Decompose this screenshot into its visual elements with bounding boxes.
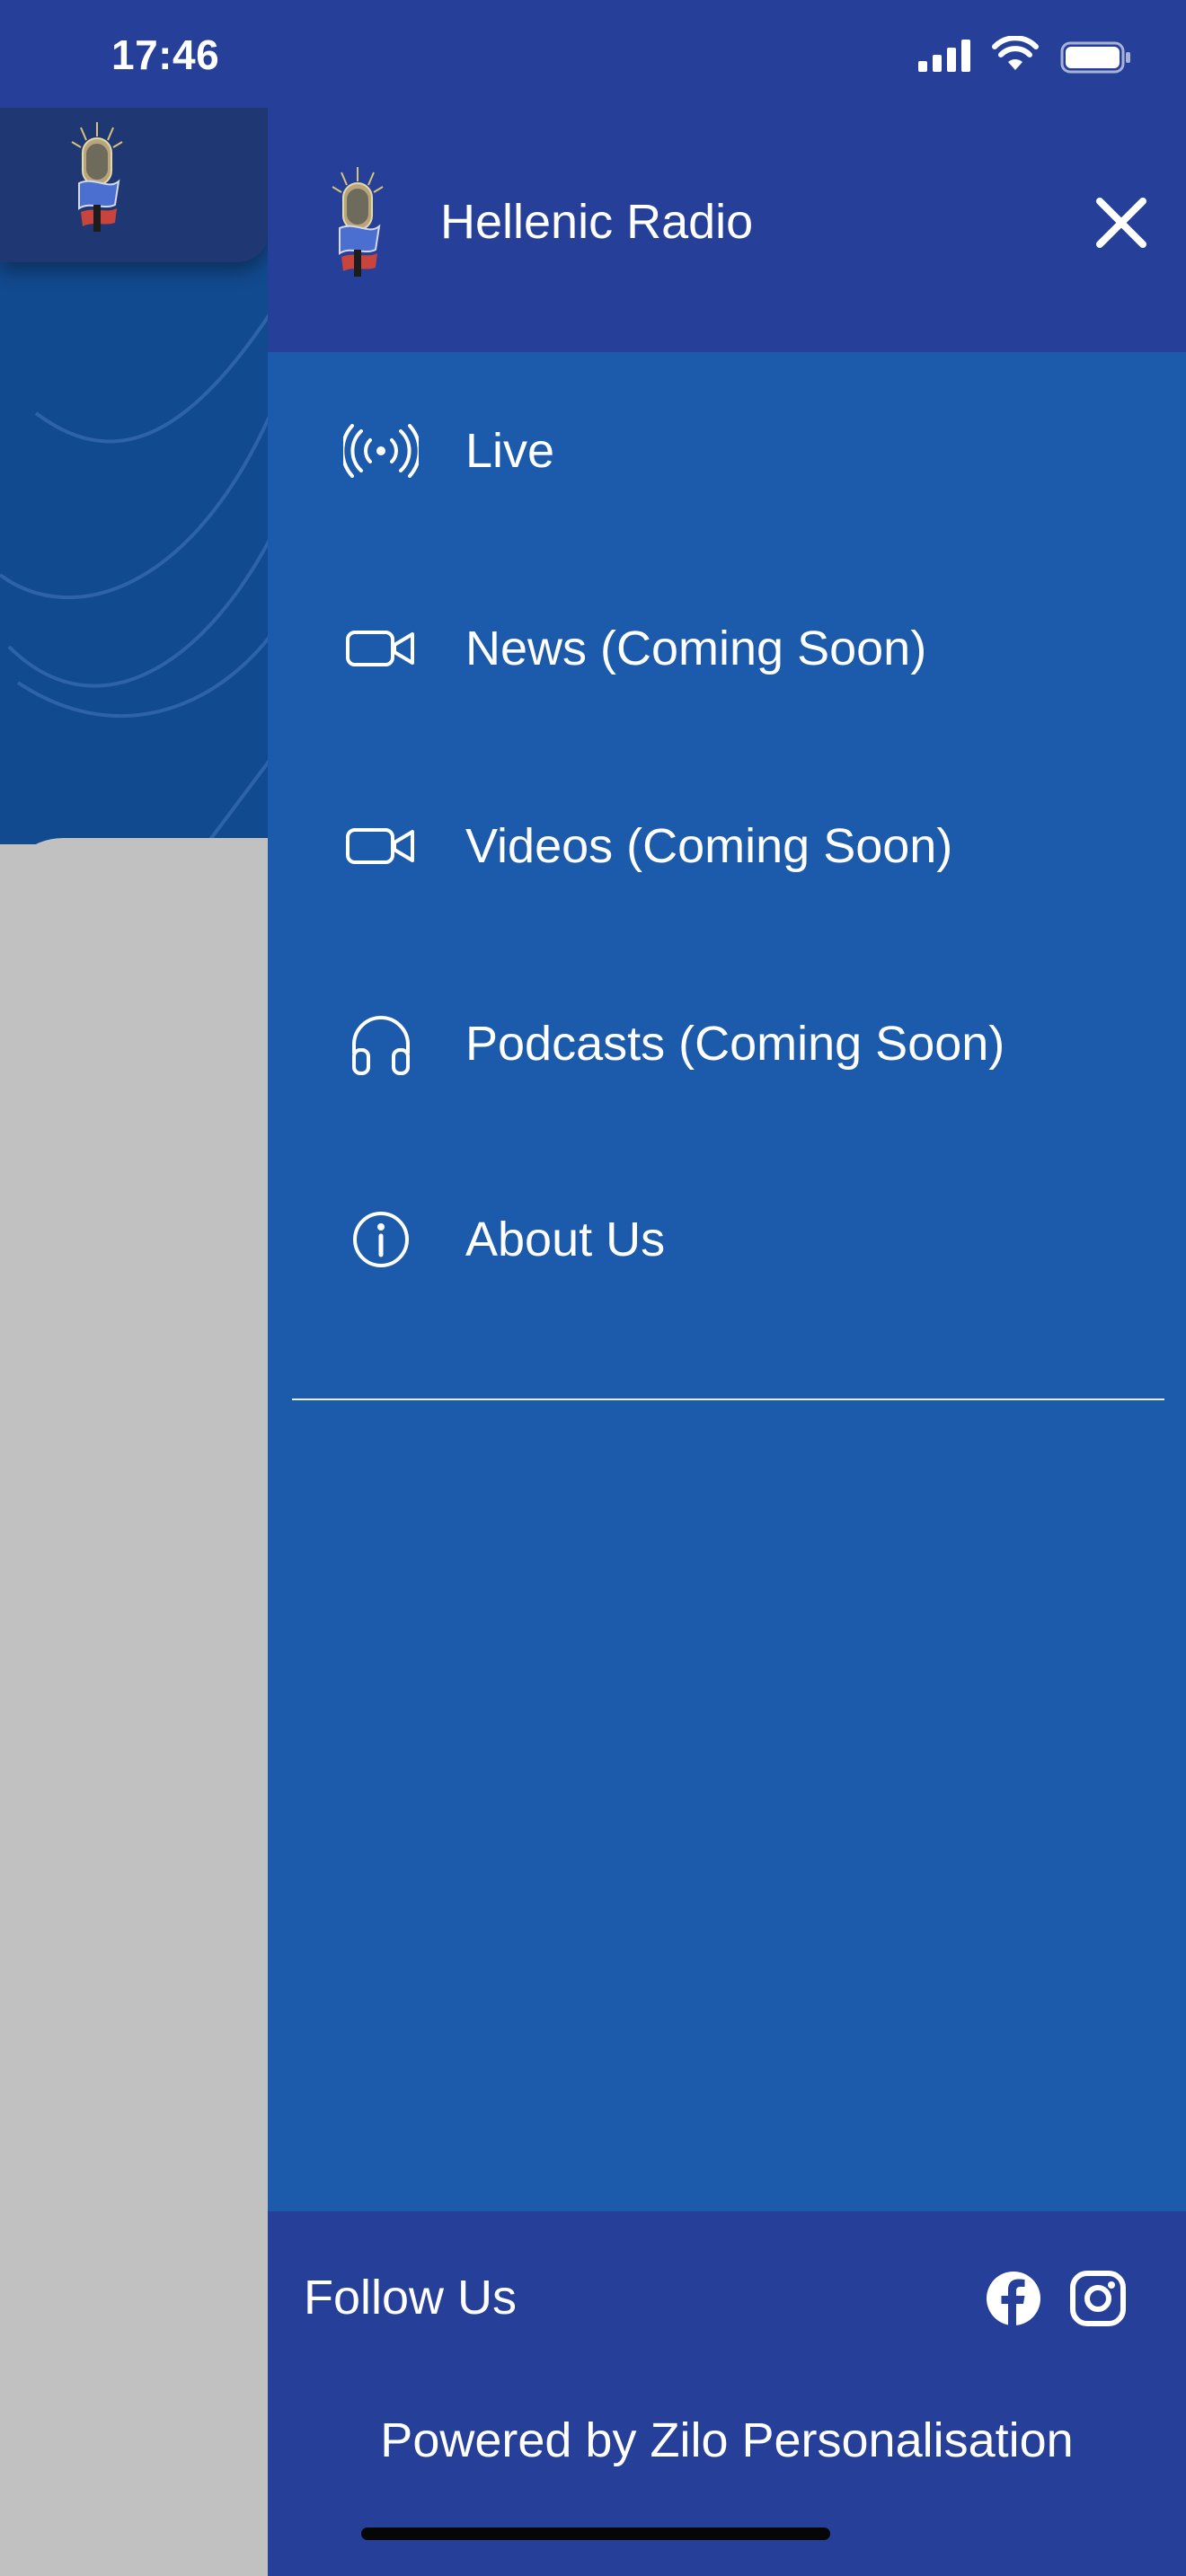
menu-item-about-us[interactable]: About Us	[268, 1150, 1186, 1329]
drawer-title: Hellenic Radio	[440, 195, 754, 249]
info-icon	[343, 1202, 419, 1277]
home-indicator[interactable]	[361, 2527, 830, 2540]
menu-item-label: Live	[465, 424, 555, 478]
powered-by-label: Powered by Zilo Personalisation	[380, 2413, 1074, 2467]
close-button[interactable]	[1084, 185, 1159, 260]
instagram-icon[interactable]	[1069, 2270, 1127, 2327]
background-content-card	[0, 838, 288, 2576]
facebook-icon[interactable]	[985, 2270, 1042, 2327]
menu-item-label: News (Coming Soon)	[465, 622, 927, 675]
menu-item-videos[interactable]: Videos (Coming Soon)	[268, 756, 1186, 936]
follow-us-label: Follow Us	[304, 2271, 518, 2325]
cellular-signal-icon	[918, 40, 974, 76]
video-camera-icon	[343, 611, 419, 686]
battery-icon	[1060, 41, 1132, 78]
close-icon	[1096, 198, 1146, 248]
wifi-icon	[992, 35, 1039, 76]
video-camera-icon	[343, 808, 419, 884]
background-app-header	[0, 108, 270, 262]
menu-item-podcasts[interactable]: Podcasts (Coming Soon)	[268, 954, 1186, 1134]
menu-divider	[292, 1398, 1164, 1400]
menu-item-label: Podcasts (Coming Soon)	[465, 1017, 1005, 1071]
menu-item-news[interactable]: News (Coming Soon)	[268, 559, 1186, 738]
status-time: 17:46	[111, 31, 220, 78]
broadcast-icon	[343, 413, 419, 489]
menu-item-label: Videos (Coming Soon)	[465, 819, 953, 873]
drawer-footer	[268, 2211, 1186, 2576]
menu-item-live[interactable]: Live	[268, 361, 1186, 541]
microphone-logo-icon	[329, 163, 386, 280]
menu-item-label: About Us	[465, 1213, 666, 1266]
background-logo-icon	[63, 119, 131, 235]
headphones-icon	[343, 1006, 419, 1081]
